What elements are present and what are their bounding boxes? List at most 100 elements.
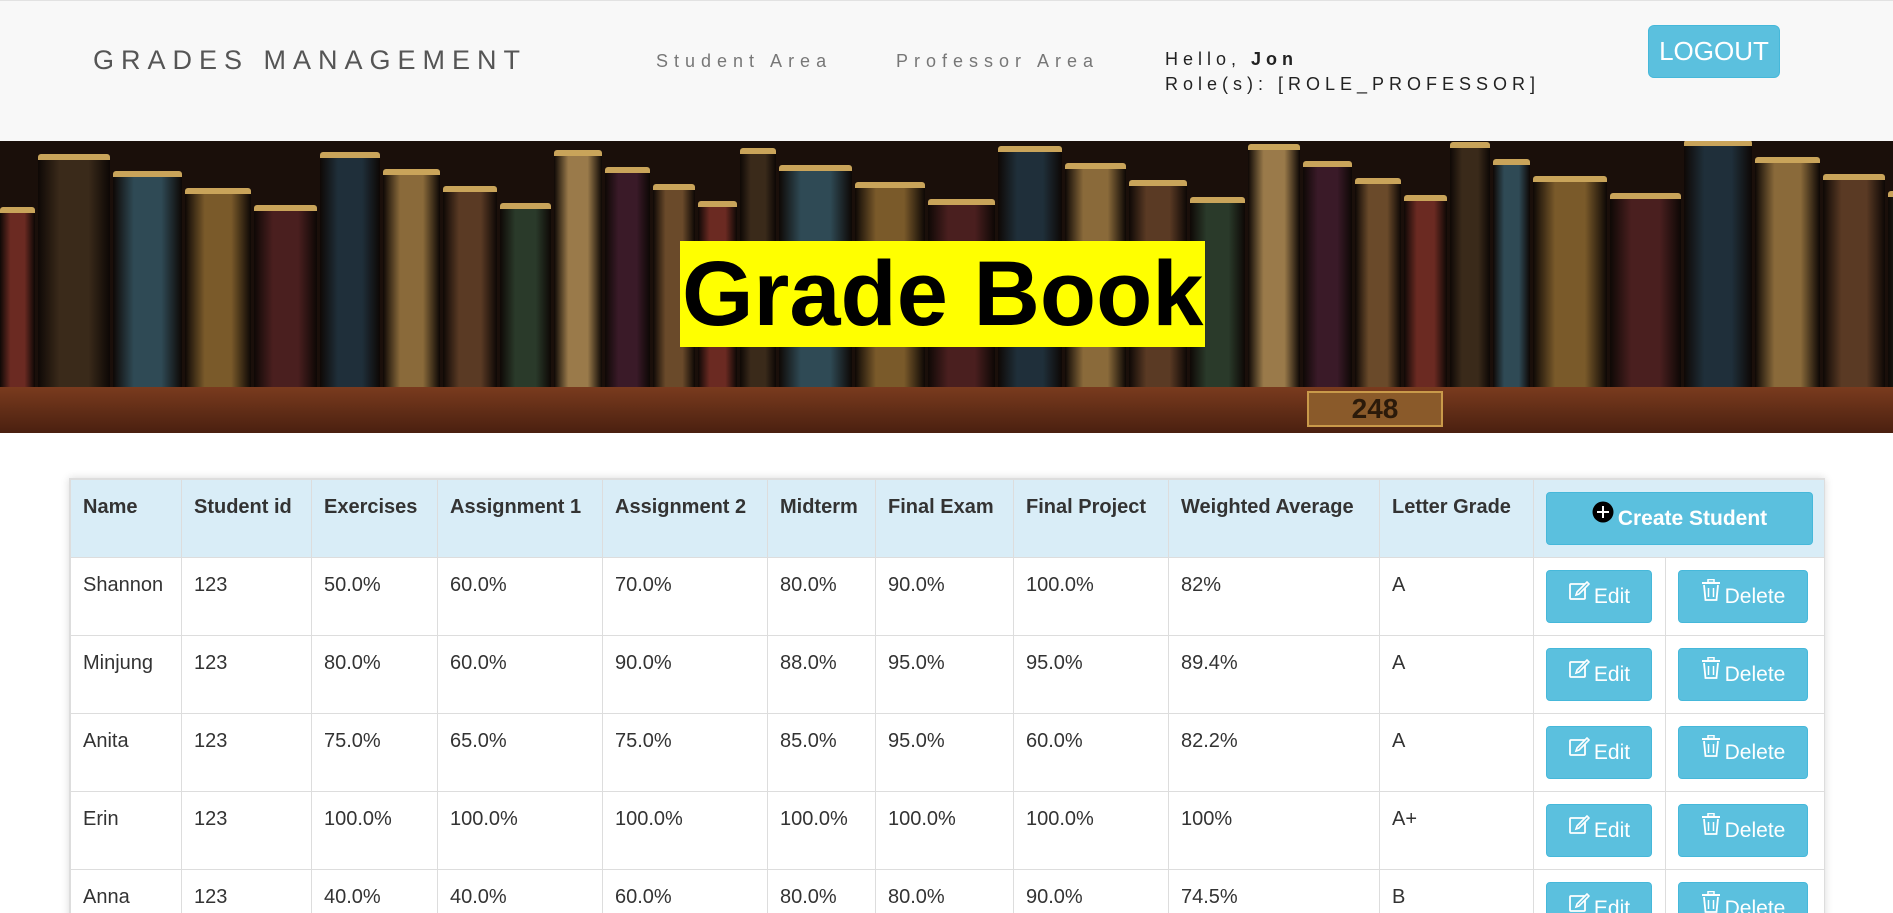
book-spine [38,154,110,387]
edit-button[interactable]: Edit [1546,882,1652,913]
cell-final-project: 90.0% [1013,869,1169,913]
cell-midterm: 100.0% [767,791,876,870]
column-header-weighted-average: Weighted Average [1168,479,1380,558]
cell-assignment-1: 40.0% [437,869,603,913]
cell-weighted-average: 74.5% [1168,869,1380,913]
edit-label: Edit [1593,897,1631,913]
book-spine [1303,161,1352,387]
user-info: Hello, Jon Role(s): [ROLE_PROFESSOR] [1165,47,1540,97]
edit-button[interactable]: Edit [1546,648,1652,701]
cell-weighted-average: 100% [1168,791,1380,870]
cell-name: Shannon [70,557,182,636]
bookshelf-shelf [0,387,1893,433]
trash-icon [1701,803,1721,854]
edit-icon [1568,647,1591,698]
delete-label: Delete [1724,897,1786,913]
edit-cell: Edit [1533,869,1666,913]
cell-assignment-2: 70.0% [602,557,768,636]
trash-icon [1701,725,1721,776]
grades-table-container: Name Student id Exercises Assignment 1 A… [69,478,1825,913]
edit-cell: Edit [1533,713,1666,792]
user-name: Jon [1251,49,1299,69]
cell-midterm: 85.0% [767,713,876,792]
book-spine [1248,144,1300,387]
create-cell: Create Student [1533,479,1824,558]
cell-final-project: 60.0% [1013,713,1169,792]
delete-button[interactable]: Delete [1678,882,1808,913]
book-spine [605,167,650,387]
edit-icon [1568,569,1591,620]
edit-cell: Edit [1533,791,1666,870]
cell-student-id: 123 [181,869,312,913]
trash-icon [1701,881,1721,913]
trash-icon [1701,569,1721,620]
cell-student-id: 123 [181,713,312,792]
book-spine [320,152,380,387]
cell-letter-grade: B [1379,869,1534,913]
nav-student-area[interactable]: Student Area [656,51,832,72]
table-row: Anita 123 75.0% 65.0% 75.0% 85.0% 95.0% 60.0% 82… [70,713,1824,792]
cell-assignment-2: 60.0% [602,869,768,913]
table-row: Erin 123 100.0% 100.0% 100.0% 100.0% 100.0% 100… [70,791,1824,870]
book-spine [1610,193,1681,387]
book-spine [554,150,602,387]
column-header-name: Name [70,479,182,558]
book-spine [0,207,35,387]
cell-name: Minjung [70,635,182,714]
book-spine [1755,157,1820,387]
create-student-button[interactable]: Create Student [1546,492,1813,545]
cell-assignment-1: 100.0% [437,791,603,870]
book-spine [383,169,440,387]
column-header-midterm: Midterm [767,479,876,558]
delete-button[interactable]: Delete [1678,570,1808,623]
cell-final-project: 95.0% [1013,635,1169,714]
edit-button[interactable]: Edit [1546,570,1652,623]
cell-exercises: 80.0% [311,635,438,714]
cell-assignment-2: 90.0% [602,635,768,714]
cell-assignment-1: 60.0% [437,557,603,636]
delete-label: Delete [1724,741,1786,764]
delete-label: Delete [1724,585,1786,608]
delete-button[interactable]: Delete [1678,648,1808,701]
top-navbar: GRADES MANAGEMENT Student Area Professor… [0,0,1893,141]
edit-label: Edit [1593,663,1631,686]
nav-professor-area[interactable]: Professor Area [896,51,1099,72]
brand-title[interactable]: GRADES MANAGEMENT [93,45,527,76]
cell-name: Anna [70,869,182,913]
edit-button[interactable]: Edit [1546,804,1652,857]
delete-button[interactable]: Delete [1678,804,1808,857]
page-title: Grade Book [680,241,1206,347]
edit-label: Edit [1593,819,1631,842]
table-header-row: Name Student id Exercises Assignment 1 A… [70,479,1824,558]
shelf-number-label: 248 [1307,391,1443,427]
cell-student-id: 123 [181,635,312,714]
create-student-label: Create Student [1617,507,1768,530]
delete-cell: Delete [1665,869,1824,913]
book-spine [1684,141,1752,387]
cell-letter-grade: A [1379,635,1534,714]
edit-button[interactable]: Edit [1546,726,1652,779]
cell-weighted-average: 89.4% [1168,635,1380,714]
edit-icon [1568,803,1591,854]
cell-name: Erin [70,791,182,870]
edit-label: Edit [1593,585,1631,608]
book-spine [254,205,317,387]
edit-cell: Edit [1533,635,1666,714]
column-header-assignment-2: Assignment 2 [602,479,768,558]
cell-final-exam: 95.0% [875,635,1014,714]
book-spine [1404,195,1447,387]
cell-student-id: 123 [181,791,312,870]
grades-table: Name Student id Exercises Assignment 1 A… [70,479,1824,913]
delete-label: Delete [1724,663,1786,686]
column-header-assignment-1: Assignment 1 [437,479,603,558]
trash-icon [1701,647,1721,698]
column-header-final-project: Final Project [1013,479,1169,558]
cell-final-project: 100.0% [1013,791,1169,870]
cell-final-exam: 95.0% [875,713,1014,792]
cell-final-exam: 100.0% [875,791,1014,870]
cell-exercises: 75.0% [311,713,438,792]
cell-assignment-2: 75.0% [602,713,768,792]
column-header-exercises: Exercises [311,479,438,558]
logout-button[interactable]: LOGOUT [1648,25,1780,78]
delete-button[interactable]: Delete [1678,726,1808,779]
